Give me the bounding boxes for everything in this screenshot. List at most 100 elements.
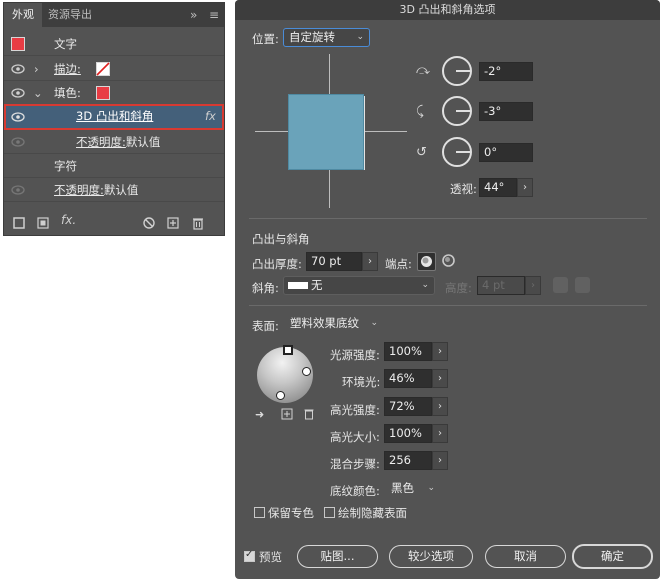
opacity-label[interactable]: 不透明度: — [76, 135, 126, 149]
fx-icon[interactable]: fx — [205, 105, 216, 128]
shading-color-label: 底纹颜色: — [330, 484, 380, 498]
extrude-depth-arrow-icon[interactable]: › — [362, 252, 378, 271]
ambient-light-arrow-icon[interactable]: › — [432, 369, 448, 388]
surface-label: 表面: — [252, 319, 279, 333]
light-intensity-input[interactable]: 100% — [384, 342, 432, 361]
highlight-intensity-arrow-icon[interactable]: › — [432, 397, 448, 416]
z-rotation-dial[interactable] — [442, 137, 472, 167]
opacity-label[interactable]: 不透明度: — [54, 183, 104, 197]
cap-off-button[interactable] — [440, 252, 459, 271]
tab-asset-export[interactable]: 资源导出 — [48, 3, 92, 27]
height-arrow-icon[interactable]: › — [525, 276, 541, 295]
x-rotation-dial[interactable] — [442, 56, 472, 86]
dialog-title: 3D 凸出和斜角选项 — [235, 0, 660, 20]
move-light-back-icon[interactable]: ➜ — [255, 408, 264, 421]
new-stroke-icon[interactable] — [12, 216, 26, 230]
chevron-right-icon[interactable]: › — [34, 58, 39, 81]
text-label: 文字 — [54, 37, 77, 51]
z-rotation-input[interactable]: 0° — [479, 143, 533, 162]
rotation-trackball[interactable] — [255, 54, 407, 208]
light-intensity-label: 光源强度: — [330, 348, 380, 362]
fill-opacity-text: 不透明度:默认值 — [76, 131, 160, 154]
collapse-icon[interactable]: » — [190, 3, 197, 27]
y-axis-rotate-icon: ⤹ — [416, 104, 424, 119]
new-fill-icon[interactable] — [36, 216, 50, 230]
section-divider — [249, 305, 647, 306]
highlight-size-arrow-icon[interactable]: › — [432, 424, 448, 443]
position-select[interactable]: 自定旋转 ⌄ — [283, 28, 370, 47]
highlight-intensity-label: 高光强度: — [330, 403, 380, 417]
stroke-none-swatch[interactable] — [96, 62, 110, 76]
3d-options-dialog: 3D 凸出和斜角选项 位置: 自定旋转 ⌄ ⤼ -2° ⤹ -3° ↺ 0° 透视… — [235, 0, 660, 579]
extrude-section-label: 凸出与斜角 — [252, 232, 310, 246]
3d-effect-label[interactable]: 3D 凸出和斜角 — [76, 105, 153, 128]
bevel-select[interactable]: 无 ⌄ — [283, 276, 435, 295]
map-art-button[interactable]: 贴图... — [297, 545, 378, 568]
opacity-value: 默认值 — [125, 135, 161, 149]
highlight-size-input[interactable]: 100% — [384, 424, 432, 443]
ambient-light-input[interactable]: 46% — [384, 369, 432, 388]
appearance-row-3d-effect[interactable]: 3D 凸出和斜角 fx — [4, 104, 224, 130]
opacity-value: 默认值 — [103, 183, 139, 197]
appearance-row-opacity[interactable]: 不透明度:默认值 — [4, 179, 224, 202]
eye-icon[interactable] — [11, 87, 25, 99]
fill-label[interactable]: 填色: — [54, 82, 81, 105]
blend-steps-input[interactable]: 256 — [384, 451, 432, 470]
cap-on-button[interactable] — [417, 252, 436, 271]
cube-face — [288, 94, 364, 170]
extrude-depth-input[interactable]: 70 pt — [306, 252, 362, 271]
draw-hidden-faces-checkbox[interactable] — [324, 507, 335, 518]
shading-color-select[interactable]: 黑色 ⌄ — [385, 479, 441, 498]
appearance-row-stroke[interactable]: › 描边: — [4, 58, 224, 81]
eye-icon[interactable] — [11, 184, 25, 196]
panel-menu-icon[interactable]: ≡ — [209, 3, 219, 27]
perspective-arrow-icon[interactable]: › — [517, 178, 533, 197]
light-handle[interactable] — [276, 391, 285, 400]
z-axis-rotate-icon: ↺ — [416, 145, 427, 160]
appearance-row-fill[interactable]: ⌄ 填色: — [4, 82, 224, 105]
surface-select[interactable]: 塑料效果底纹 ⌄ — [284, 314, 384, 333]
blend-steps-arrow-icon[interactable]: › — [432, 451, 448, 470]
stroke-label[interactable]: 描边: — [54, 58, 81, 81]
chevron-down-icon[interactable]: ⌄ — [33, 82, 43, 105]
cancel-button[interactable]: 取消 — [485, 545, 566, 568]
chevron-down-icon: ⌄ — [427, 483, 435, 493]
cap-on-icon — [421, 256, 432, 267]
position-label: 位置: — [252, 32, 279, 46]
clear-appearance-icon[interactable] — [142, 216, 156, 230]
fill-color-swatch[interactable] — [96, 86, 110, 100]
add-effect-icon[interactable]: fx. — [61, 213, 76, 227]
ok-button[interactable]: 确定 — [572, 544, 653, 569]
light-source-handle[interactable] — [283, 345, 293, 355]
appearance-row-fill-opacity[interactable]: 不透明度:默认值 — [4, 131, 224, 154]
light-intensity-arrow-icon[interactable]: › — [432, 342, 448, 361]
appearance-row-text[interactable]: 文字 — [4, 33, 224, 56]
height-input[interactable]: 4 pt — [477, 276, 525, 295]
delete-light-icon[interactable] — [303, 408, 315, 420]
bevel-in-icon[interactable] — [575, 277, 590, 293]
eye-icon[interactable] — [11, 63, 25, 75]
perspective-input[interactable]: 44° — [479, 178, 517, 197]
highlight-intensity-input[interactable]: 72% — [384, 397, 432, 416]
preview-checkbox[interactable] — [244, 549, 255, 562]
y-rotation-dial[interactable] — [442, 96, 472, 126]
bevel-value: 无 — [311, 278, 323, 292]
y-rotation-input[interactable]: -3° — [479, 102, 533, 121]
duplicate-item-icon[interactable] — [166, 216, 180, 230]
x-rotation-input[interactable]: -2° — [479, 62, 533, 81]
new-light-icon[interactable] — [281, 408, 293, 420]
appearance-row-characters[interactable]: 字符 — [4, 155, 224, 178]
bevel-preview-swatch — [288, 282, 308, 289]
light-handle[interactable] — [302, 367, 311, 376]
eye-icon[interactable] — [11, 111, 25, 123]
characters-label: 字符 — [54, 159, 77, 173]
extrude-depth-label: 凸出厚度: — [252, 257, 302, 271]
delete-icon[interactable] — [191, 216, 205, 230]
chevron-down-icon: ⌄ — [421, 280, 429, 290]
bevel-out-icon[interactable] — [553, 277, 568, 293]
tab-appearance[interactable]: 外观 — [4, 3, 42, 27]
fewer-options-button[interactable]: 较少选项 — [389, 545, 473, 568]
highlight-size-label: 高光大小: — [330, 430, 380, 444]
eye-icon[interactable] — [11, 136, 25, 148]
preserve-spot-checkbox[interactable] — [254, 507, 265, 518]
